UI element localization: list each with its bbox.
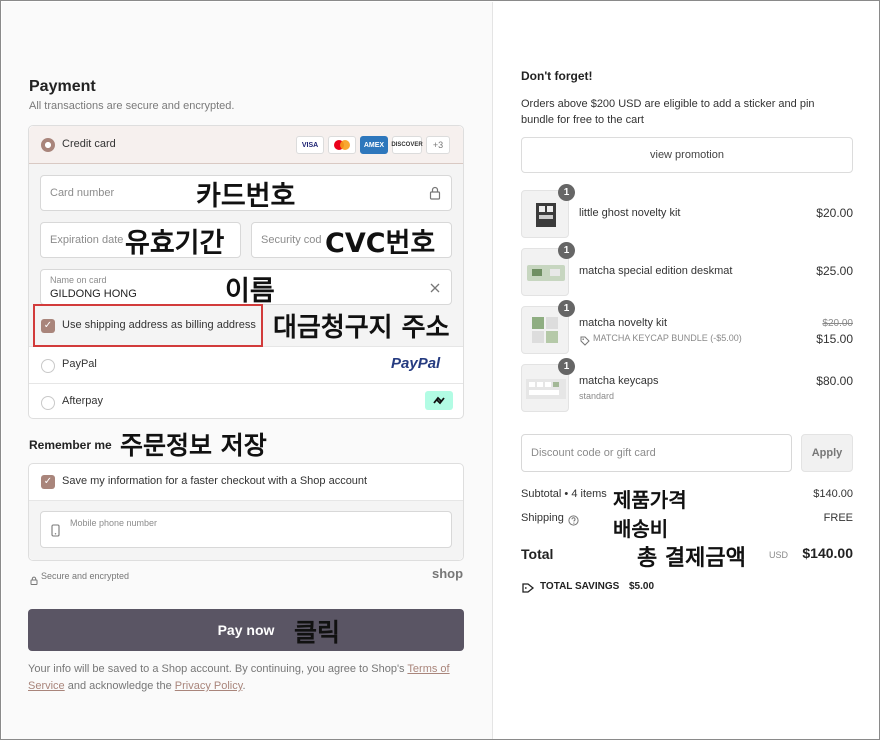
annotation-cvc: CVC번호 [325, 228, 436, 259]
afterpay-label: Afterpay [62, 395, 103, 407]
item-original-price: $20.00 [822, 318, 853, 329]
remember-me-title: Remember me [29, 438, 112, 452]
phone-placeholder: Mobile phone number [70, 518, 158, 528]
name-on-card-value: GILDONG HONG [50, 288, 137, 300]
paypal-label: PayPal [62, 358, 97, 370]
visa-icon: VISA [296, 136, 324, 154]
credit-card-option[interactable]: Credit card VISA AMEX DISCOVER +3 [29, 126, 463, 164]
total-savings-label: TOTAL SAVINGS [540, 581, 620, 592]
save-info-checkbox[interactable]: ✓ [41, 475, 55, 489]
annotation-shipping: 배송비 [613, 517, 669, 541]
credit-card-radio[interactable] [41, 138, 55, 152]
item-name: matcha keycaps [579, 375, 659, 387]
discount-code-input[interactable]: Discount code or gift card [521, 434, 792, 472]
pay-now-button[interactable]: Pay now [28, 609, 464, 651]
legal-text: Your info will be saved to a Shop accoun… [28, 661, 468, 695]
security-code-placeholder: Security cod [261, 234, 322, 246]
item-discount-label: MATCHA KEYCAP BUNDLE (-$5.00) [593, 333, 742, 343]
total-label: Total [521, 546, 554, 562]
annotation-subtotal: 제품가격 [613, 488, 687, 512]
lock-icon [429, 186, 441, 205]
save-info-label: Save my information for a faster checkou… [62, 475, 368, 487]
subtotal-label: Subtotal • 4 items [521, 488, 607, 500]
payment-title: Payment [29, 78, 96, 95]
shipping-label: Shipping [521, 512, 564, 524]
item-variant: standard [579, 391, 615, 401]
payment-subtitle: All transactions are secure and encrypte… [29, 100, 235, 112]
annotation-card-number: 카드번호 [196, 181, 296, 212]
remember-me-card: ✓ Save my information for a faster check… [28, 463, 464, 561]
help-icon[interactable] [568, 513, 579, 531]
item-price: $25.00 [816, 264, 853, 278]
shop-logo: shop [432, 566, 464, 581]
paypal-radio[interactable] [41, 359, 55, 373]
mastercard-icon [328, 136, 356, 154]
savings-tag-icon [522, 581, 535, 599]
secure-note: Secure and encrypted [41, 571, 130, 581]
item-name: matcha novelty kit [579, 317, 668, 329]
annotation-total: 총 결제금액 [637, 546, 746, 571]
small-lock-icon [30, 572, 38, 590]
apply-button[interactable]: Apply [801, 434, 853, 472]
name-on-card-label: Name on card [50, 275, 107, 285]
mobile-phone-field[interactable]: Mobile phone number [40, 511, 452, 548]
privacy-link[interactable]: Privacy Policy [175, 680, 243, 692]
item-name: little ghost novelty kit [579, 207, 681, 219]
shipping-value: FREE [823, 512, 853, 524]
legal-text-1: Your info will be saved to a Shop accoun… [28, 663, 408, 675]
annotation-name: 이름 [225, 276, 275, 307]
item-name: matcha special edition deskmat [579, 265, 733, 277]
item-price: $80.00 [816, 374, 853, 388]
card-number-placeholder: Card number [50, 187, 115, 199]
total-value: $140.00 [802, 545, 853, 561]
subtotal-value: $140.00 [813, 488, 853, 500]
item-quantity-badge: 1 [558, 242, 575, 259]
annotation-click: 클릭 [294, 618, 341, 647]
screenshot-frame: Payment All transactions are secure and … [0, 0, 880, 740]
afterpay-logo-icon [425, 391, 453, 410]
view-promotion-button[interactable]: view promotion [521, 137, 853, 173]
paypal-option[interactable]: PayPal PayPal [29, 347, 463, 383]
more-brands-badge: +3 [426, 136, 450, 154]
item-price: $20.00 [816, 206, 853, 220]
afterpay-radio[interactable] [41, 396, 55, 410]
legal-text-2: and acknowledge the [64, 680, 175, 692]
paypal-logo: PayPal [391, 355, 441, 372]
phone-icon [51, 524, 60, 542]
item-quantity-badge: 1 [558, 300, 575, 317]
item-quantity-badge: 1 [558, 184, 575, 201]
tag-icon [580, 333, 590, 351]
annotation-remember: 주문정보 저장 [120, 431, 267, 460]
amex-icon: AMEX [360, 136, 388, 154]
afterpay-option[interactable]: Afterpay [29, 384, 463, 418]
credit-card-label: Credit card [62, 138, 116, 150]
clear-icon[interactable] [429, 281, 441, 299]
discount-placeholder: Discount code or gift card [531, 447, 656, 459]
expiration-placeholder: Expiration date [50, 234, 124, 246]
billing-highlight-box [33, 304, 263, 347]
annotation-expiration: 유효기간 [125, 228, 225, 259]
discover-icon: DISCOVER [391, 136, 423, 154]
item-quantity-badge: 1 [558, 358, 575, 375]
legal-text-3: . [242, 680, 246, 692]
item-price: $15.00 [816, 332, 853, 346]
annotation-billing: 대금청구지 주소 [273, 313, 450, 343]
promo-title: Don't forget! [521, 69, 593, 83]
promo-text: Orders above $200 USD are eligible to ad… [521, 98, 815, 126]
total-savings-value: $5.00 [629, 581, 655, 592]
